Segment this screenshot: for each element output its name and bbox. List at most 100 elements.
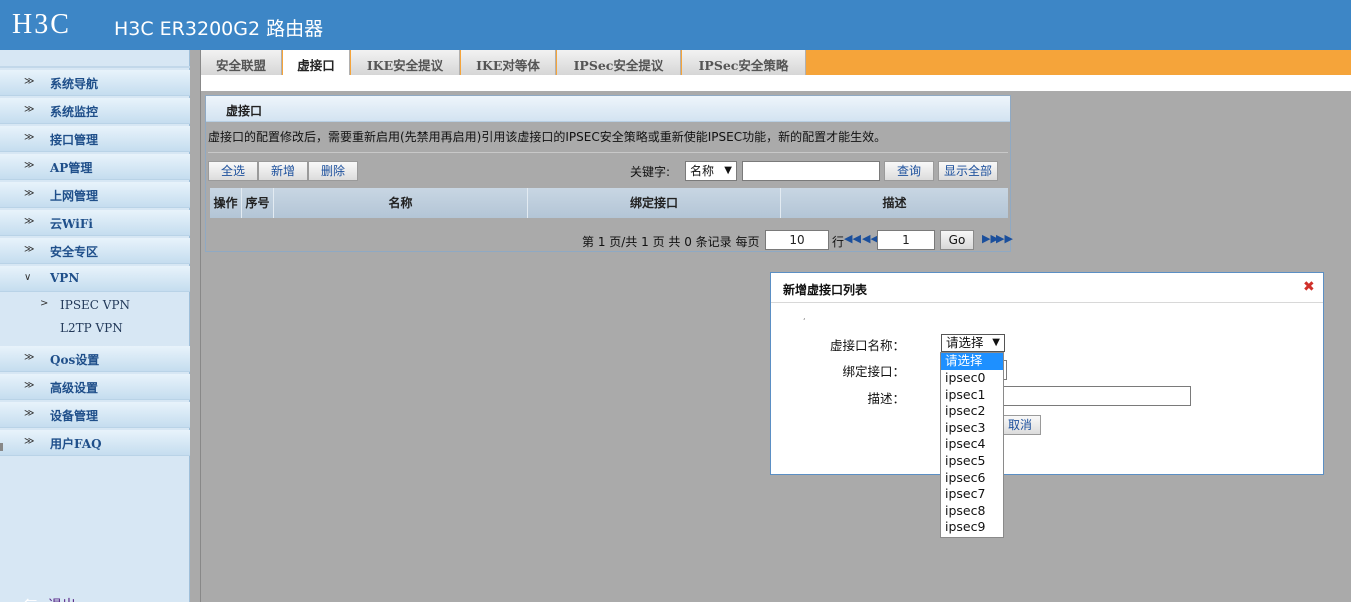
- tab-label: 虚接口: [297, 58, 335, 73]
- desc-label: 描述：: [867, 391, 905, 406]
- sidebar-item-device-mgmt[interactable]: ≫ 设备管理: [0, 402, 190, 428]
- expand-arrow-icon: ≫: [24, 76, 35, 87]
- sidebar-item-interface-mgmt[interactable]: ≫ 接口管理: [0, 126, 190, 152]
- sidebar-item-label: 系统监控: [50, 105, 99, 119]
- tab-ike-peer[interactable]: IKE对等体: [461, 50, 556, 75]
- sidebar-item-internet-mgmt[interactable]: ≫ 上网管理: [0, 182, 190, 208]
- expand-arrow-icon: ≫: [24, 188, 35, 199]
- logout-label: 退出: [48, 595, 76, 602]
- sidebar-subitem-ipsec-vpn[interactable]: > IPSEC VPN: [0, 294, 190, 316]
- sidebar-item-qos[interactable]: ≫ Qos设置: [0, 346, 190, 372]
- keyword-select-value: 名称: [690, 164, 715, 178]
- sidebar-subitem-label: L2TP VPN: [60, 321, 123, 335]
- show-all-button[interactable]: 显示全部: [938, 161, 998, 181]
- expand-arrow-icon: ≫: [24, 380, 35, 391]
- keyword-label: 关键字:: [630, 165, 671, 179]
- tab-label: 安全联盟: [215, 58, 266, 73]
- dropdown-option[interactable]: ipsec5: [941, 453, 1003, 470]
- sidebar-item-label: VPN: [50, 271, 80, 285]
- tab-bar: 安全联盟 虚接口 IKE安全提议 IKE对等体 IPSec安全提议 IPSec安…: [201, 50, 1351, 75]
- tab-label: IPSec安全提议: [573, 58, 664, 73]
- query-button[interactable]: 查询: [884, 161, 934, 181]
- expand-arrow-icon: ≫: [24, 160, 35, 171]
- name-label: 虚接口名称：: [829, 338, 905, 353]
- sidebar-item-security[interactable]: ≫ 安全专区: [0, 238, 190, 264]
- dialog-header: 新增虚接口列表 ✖: [771, 273, 1323, 303]
- interface-name-select-value: 请选择: [946, 335, 984, 350]
- sidebar-item-label: 安全专区: [50, 245, 99, 259]
- dropdown-option[interactable]: ipsec3: [941, 420, 1003, 437]
- sidebar-item-system-monitor[interactable]: ≫ 系统监控: [0, 98, 190, 124]
- keyword-select[interactable]: 名称 ▼: [685, 161, 737, 181]
- sidebar-item-label: AP管理: [50, 161, 93, 175]
- dropdown-option[interactable]: ipsec7: [941, 486, 1003, 503]
- column-header: 操作: [210, 188, 242, 218]
- dropdown-option[interactable]: ipsec2: [941, 403, 1003, 420]
- add-virtual-interface-dialog: 新增虚接口列表 ✖ ‘ 虚接口名称： 请选择 ▼ 绑定接口： 描述： 取消: [770, 272, 1324, 475]
- dropdown-option[interactable]: ipsec1: [941, 387, 1003, 404]
- sidebar-item-system-nav[interactable]: ≫ 系统导航: [0, 70, 190, 96]
- sidebar-item-label: Qos设置: [50, 353, 100, 367]
- sidebar-item-label: 云WiFi: [50, 217, 93, 231]
- sidebar-subitem-l2tp-vpn[interactable]: L2TP VPN: [0, 317, 190, 339]
- logout-link[interactable]: ⇐ 退出: [24, 592, 84, 602]
- h3c-logo: H3C: [12, 9, 71, 40]
- interface-name-select[interactable]: 请选择 ▼: [941, 334, 1005, 352]
- go-button[interactable]: Go: [940, 230, 974, 250]
- sidebar-item-advanced[interactable]: ≫ 高级设置: [0, 374, 190, 400]
- pager: 第 1 页/共 1 页 共 0 条记录 每页 10 行 ◀◀ ◀◀ 1 Go ▶…: [208, 230, 1013, 250]
- sidebar-item-ap-mgmt[interactable]: ≫ AP管理: [0, 154, 190, 180]
- dialog-title: 新增虚接口列表: [783, 283, 868, 297]
- sidebar-item-cloud-wifi[interactable]: ≫ 云WiFi: [0, 210, 190, 236]
- config-notice: 虚接口的配置修改后，需要重新启用(先禁用再启用)引用该虚接口的IPSEC安全策略…: [208, 130, 887, 144]
- panel-title: 虚接口: [226, 104, 263, 118]
- expand-arrow-icon: ≫: [24, 436, 35, 447]
- delete-button[interactable]: 删除: [308, 161, 358, 181]
- close-icon[interactable]: ✖: [1303, 280, 1317, 294]
- cancel-button[interactable]: 取消: [999, 415, 1041, 435]
- table-header: 操作 序号 名称 绑定接口 描述: [210, 188, 1008, 218]
- sidebar-divider: [0, 66, 190, 68]
- dropdown-option[interactable]: ipsec6: [941, 470, 1003, 487]
- tab-ike-proposal[interactable]: IKE安全提议: [351, 50, 460, 75]
- sidebar-item-label: 接口管理: [50, 133, 99, 147]
- sidebar-item-label: 系统导航: [50, 77, 99, 91]
- sidebar-subitem-label: IPSEC VPN: [60, 298, 131, 312]
- page-number-input[interactable]: 1: [877, 230, 935, 250]
- sidebar-item-label: 设备管理: [50, 409, 99, 423]
- pager-row-label: 行: [832, 235, 845, 249]
- add-button[interactable]: 新增: [258, 161, 308, 181]
- chevron-down-icon: ▼: [724, 165, 732, 176]
- current-arrow-icon: >: [40, 298, 49, 309]
- tab-ipsec-proposal[interactable]: IPSec安全提议: [557, 50, 681, 75]
- column-header: 序号: [242, 188, 274, 218]
- pager-info: 第 1 页/共 1 页 共 0 条记录 每页: [582, 235, 760, 249]
- first-page-icon[interactable]: ◀◀: [844, 232, 861, 245]
- last-page-icon[interactable]: ▶▶: [996, 232, 1013, 245]
- sidebar-item-label: 上网管理: [50, 189, 99, 203]
- page-size-input[interactable]: 10: [765, 230, 829, 250]
- select-all-button[interactable]: 全选: [208, 161, 258, 181]
- keyword-input[interactable]: [742, 161, 880, 181]
- dropdown-option[interactable]: ipsec8: [941, 503, 1003, 520]
- app-header: H3C H3C ER3200G2 路由器: [0, 0, 1351, 50]
- chevron-down-icon: ▼: [992, 337, 1000, 348]
- dropdown-option[interactable]: ipsec0: [941, 370, 1003, 387]
- tick-mark-icon: ‘: [803, 317, 806, 326]
- dropdown-option[interactable]: ipsec4: [941, 436, 1003, 453]
- tab-virtual-interface[interactable]: 虚接口: [283, 50, 350, 75]
- expand-arrow-icon: ≫: [24, 408, 35, 419]
- logout-icon: ⇐: [24, 592, 38, 602]
- tab-security-association[interactable]: 安全联盟: [201, 50, 282, 75]
- dropdown-option[interactable]: ipsec9: [941, 519, 1003, 536]
- sidebar-item-user-faq[interactable]: ≫ 用户FAQ: [0, 430, 190, 456]
- expand-arrow-icon: ≫: [24, 352, 35, 363]
- expand-arrow-icon: ≫: [24, 216, 35, 227]
- tab-ipsec-policy[interactable]: IPSec安全策略: [682, 50, 806, 75]
- scroll-marker: [0, 443, 3, 451]
- tab-label: IKE安全提议: [366, 58, 444, 73]
- collapse-arrow-icon: ∨: [24, 272, 32, 283]
- sidebar-item-vpn[interactable]: ∨ VPN: [0, 266, 190, 292]
- dropdown-option[interactable]: 请选择: [941, 353, 1003, 370]
- tab-bar-underline: [201, 75, 1351, 91]
